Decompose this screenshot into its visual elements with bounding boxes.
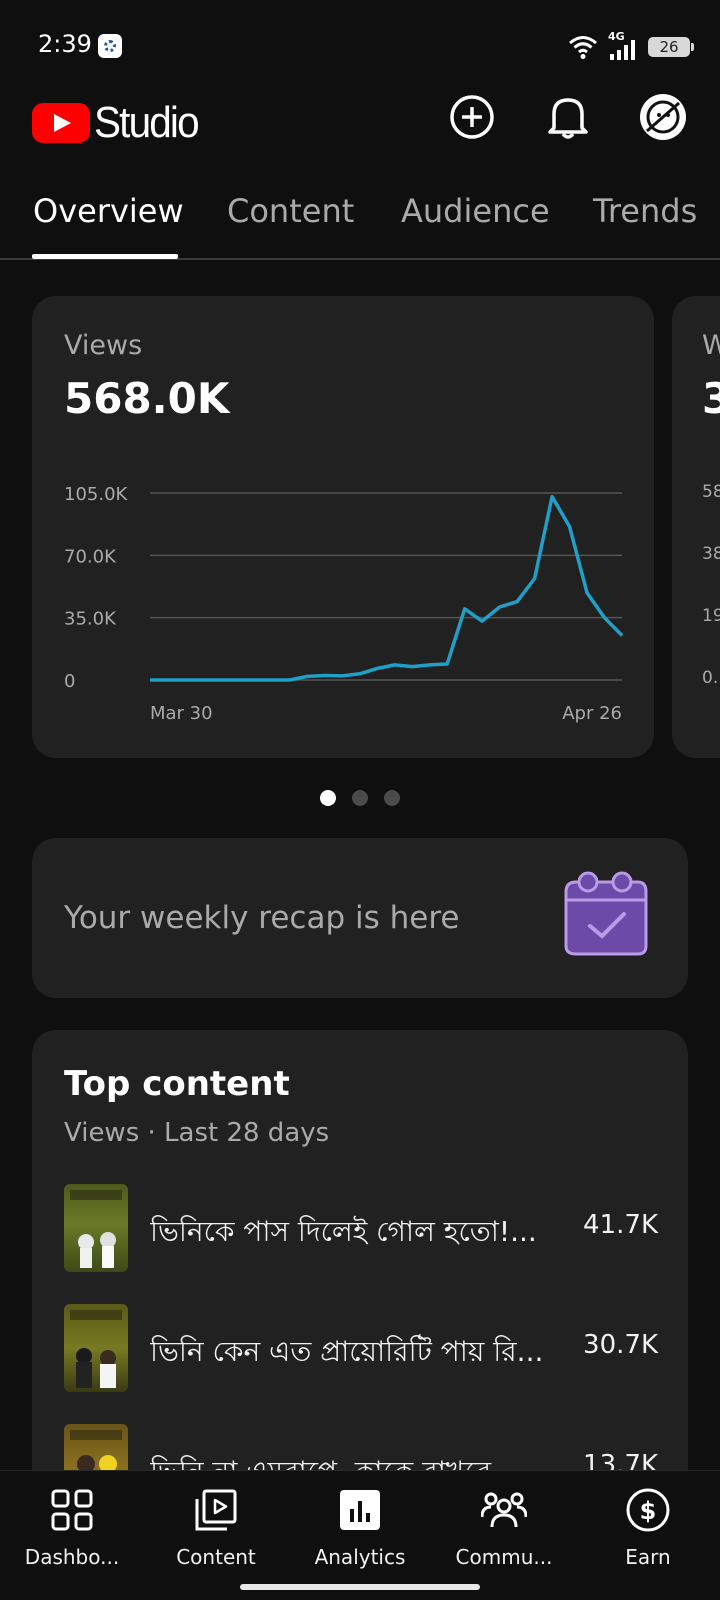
y-tick-label: 70.0K (64, 546, 117, 567)
settings-notification-icon (98, 34, 122, 58)
dashboard-icon (51, 1489, 93, 1531)
weekly-recap-card[interactable]: Your weekly recap is here (32, 838, 688, 998)
battery-icon: 26 (648, 37, 694, 57)
status-icons: 4G 26 (568, 30, 694, 64)
next-tick-label: 0. (702, 668, 719, 688)
status-bar: 2:39 4G 26 (0, 0, 720, 92)
video-title: ভিনিকে পাস দিলেই গোল হতো!... (150, 1215, 537, 1248)
plus-circle-icon (450, 95, 494, 139)
signal-icon (610, 40, 635, 60)
video-title: ভিনি কেন এত প্রায়োরিটি পায় রি... (150, 1335, 544, 1368)
tab-content[interactable]: Content (227, 192, 354, 230)
video-views: 30.7K (583, 1330, 658, 1360)
nav-label: Earn (625, 1545, 671, 1569)
next-tick-label: 38 (702, 544, 720, 564)
next-metric-card[interactable]: W 3 58 38 19 0. (672, 296, 720, 758)
next-tick-label: 19 (702, 606, 720, 626)
bell-icon (548, 98, 588, 139)
status-time: 2:39 (38, 30, 92, 58)
carousel-dot[interactable] (352, 790, 368, 806)
next-tick-label: 58 (702, 482, 720, 502)
nav-label: Analytics (314, 1545, 406, 1569)
recap-text: Your weekly recap is here (64, 900, 460, 936)
y-tick-label: 35.0K (64, 609, 117, 630)
nav-label: Commu... (455, 1545, 553, 1569)
calendar-check-icon (564, 871, 648, 956)
nav-community[interactable]: Commu... (432, 1487, 576, 1577)
next-metric-label: W (702, 330, 720, 361)
youtube-play-icon (32, 103, 90, 143)
wifi-icon (569, 36, 597, 59)
video-views: 41.7K (583, 1210, 658, 1240)
top-content-item[interactable]: ভিনি কেন এত প্রায়োরিটি পায় রি... 30.7K (64, 1304, 658, 1394)
carousel-dot[interactable] (320, 790, 336, 806)
x-tick-label: Mar 30 (150, 703, 213, 724)
tab-trends[interactable]: Trends (593, 192, 697, 230)
nav-content[interactable]: Content (144, 1487, 288, 1577)
svg-text:$: $ (640, 1497, 657, 1525)
tab-audience[interactable]: Audience (401, 192, 550, 230)
carousel-indicator (0, 790, 720, 810)
views-series-line (150, 494, 624, 682)
avatar-icon (640, 94, 686, 140)
battery-level: 26 (659, 38, 679, 56)
notifications-button[interactable] (543, 92, 593, 142)
community-icon (481, 1492, 527, 1528)
earn-icon: $ (626, 1488, 670, 1532)
next-metric-value: 3 (702, 374, 720, 423)
create-button[interactable] (447, 92, 497, 142)
video-thumbnail (64, 1304, 128, 1392)
bottom-navigation: Dashbo... Content Analytics Commu... $ E… (0, 1470, 720, 1600)
video-thumbnail (64, 1184, 128, 1272)
nav-earn[interactable]: $ Earn (576, 1487, 720, 1577)
cell-signal: 4G (608, 30, 638, 62)
carousel-dot[interactable] (384, 790, 400, 806)
app-header: Studio (0, 92, 720, 184)
account-avatar[interactable] (638, 92, 688, 142)
nav-analytics[interactable]: Analytics (288, 1487, 432, 1577)
active-tab-indicator (32, 254, 178, 259)
y-tick-label: 105.0K (64, 484, 129, 505)
top-content-title: Top content (64, 1064, 290, 1104)
views-card[interactable]: Views 568.0K 0 35.0K 70.0K 105.0K Mar 30 Apr … (32, 296, 654, 758)
home-indicator[interactable] (240, 1584, 480, 1590)
nav-label: Content (176, 1545, 256, 1569)
top-content-subtitle: Views · Last 28 days (64, 1118, 330, 1148)
top-content-item[interactable]: ভিনিকে পাস দিলেই গোল হতো!... 41.7K (64, 1184, 658, 1274)
tab-overview[interactable]: Overview (33, 192, 184, 230)
logo-text: Studio (94, 98, 200, 147)
studio-logo[interactable]: Studio (32, 98, 207, 148)
tab-bar: Overview Content Audience Trends (0, 184, 720, 260)
nav-label: Dashbo... (24, 1545, 120, 1569)
analytics-icon (340, 1490, 380, 1530)
views-chart: 0 35.0K 70.0K 105.0K Mar 30 Apr 26 (64, 484, 624, 724)
content-icon (195, 1489, 237, 1531)
x-tick-label: Apr 26 (562, 703, 622, 724)
y-tick-label: 0 (64, 671, 75, 692)
nav-dashboard[interactable]: Dashbo... (0, 1487, 144, 1577)
